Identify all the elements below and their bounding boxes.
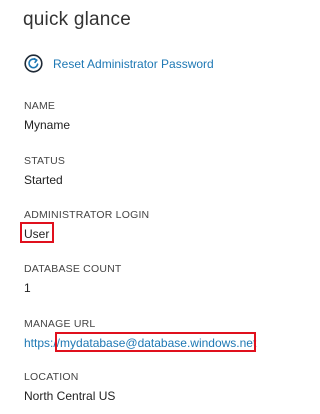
database-count-field: DATABASE COUNT 1 [24,263,122,297]
status-field: STATUS Started [24,155,65,189]
manage-url-highlight [55,332,256,352]
name-label: NAME [24,100,56,112]
reset-password-link[interactable]: Reset Administrator Password [53,57,214,71]
administrator-login-highlight [20,222,54,243]
database-count-value: 1 [24,281,31,295]
manage-url-label: MANAGE URL [24,318,96,330]
refresh-circle-icon [24,54,43,73]
location-value: North Central US [24,389,116,403]
name-value: Myname [24,118,71,132]
location-field: LOCATION North Central US [24,371,115,405]
location-label: LOCATION [24,371,79,383]
database-count-label: DATABASE COUNT [24,263,122,275]
status-value: Started [24,173,63,187]
panel-title: quick glance [23,9,132,30]
reset-administrator-password-button[interactable]: Reset Administrator Password [24,54,214,73]
status-label: STATUS [24,155,66,167]
name-field: NAME Myname [24,100,70,134]
administrator-login-label: ADMINISTRATOR LOGIN [24,209,150,221]
